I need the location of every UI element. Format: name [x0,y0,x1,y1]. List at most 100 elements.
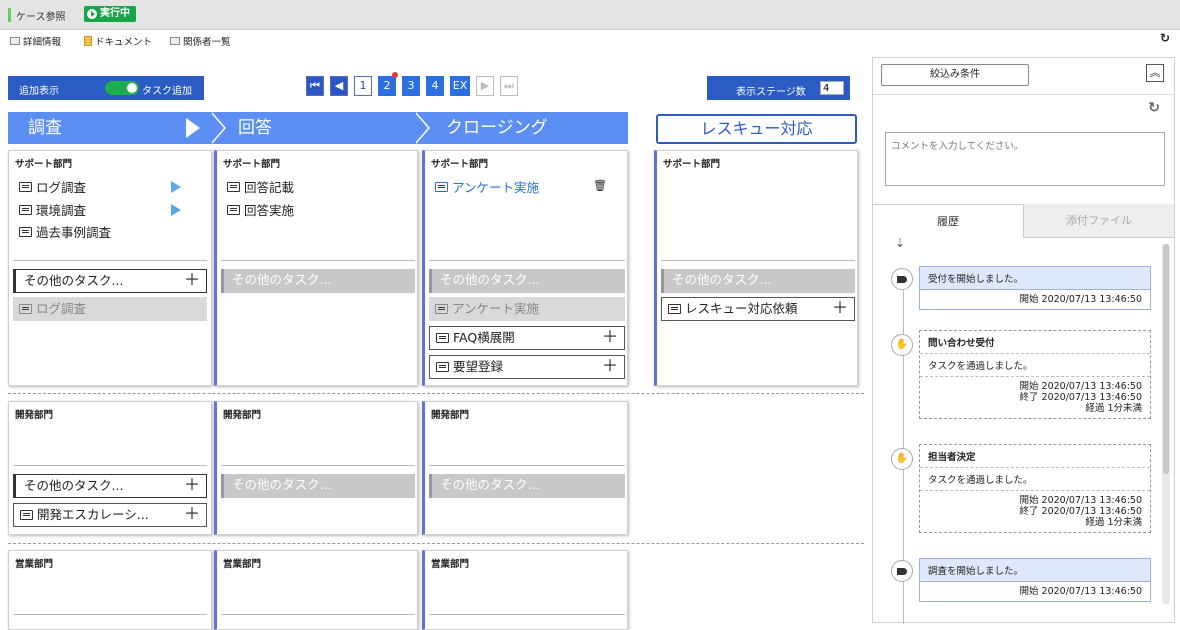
task-icon [435,304,448,314]
list-icon [170,37,180,45]
other-tasks-label: その他のタスク... [232,477,332,492]
status-text: 実行中 [100,8,130,19]
title-bar [0,0,1180,30]
history-meta: 開始 2020/07/13 13:46:50 [1019,294,1142,305]
play-icon [87,9,97,19]
documents-button[interactable]: ドキュメント [84,34,152,48]
plus-icon[interactable]: ＋ [602,326,618,348]
stage-chevron [414,112,428,144]
lane-card: 営業部門 [8,550,212,630]
stage-chevron [210,112,224,144]
lane-card: 営業部門 [422,550,628,630]
added-task-chip[interactable]: ログ調査 [13,297,207,321]
history-title: 調査を開始しました。 [920,559,1150,582]
plus-icon[interactable]: ＋ [184,474,200,496]
task-item[interactable]: 環境調査 [19,200,86,219]
department-label: サポート部門 [431,159,489,170]
stage-label: クロージング [446,118,548,138]
task-chip-request[interactable]: 要望登録 ＋ [429,355,625,379]
task-label: 環境調査 [36,203,87,218]
other-tasks-button[interactable]: その他のタスク... ＋ [13,474,207,498]
divider [13,465,207,466]
meta-end: 終了 2020/07/13 13:46:50 [1019,506,1142,517]
other-tasks-button[interactable]: その他のタスク... ＋ [13,269,207,293]
trash-icon[interactable]: 🗑 [593,179,607,192]
lane-card: 開発部門 その他のタスク... [422,401,628,535]
other-tasks-label: その他のタスク... [440,477,540,492]
title-marker [8,8,11,22]
other-tasks-button[interactable]: その他のタスク... [221,474,415,498]
stage-header-investigation: 調査 [8,112,212,144]
scrollbar[interactable] [1162,244,1170,604]
stakeholders-button[interactable]: 関係者一覧 [170,34,231,48]
task-icon [20,510,33,520]
task-label: レスキュー対応依頼 [685,301,798,316]
hand-icon: ✋ [891,334,913,356]
last-page-button[interactable]: ⏭ [500,76,518,96]
divider [13,260,207,261]
task-label: ログ調査 [36,301,87,316]
task-add-toggle[interactable] [105,81,139,95]
task-icon [436,333,449,343]
sort-icon[interactable]: ⇣ [895,236,905,250]
prev-page-button[interactable]: ◀ [330,76,348,96]
status-badge: 実行中 [84,6,136,22]
task-item[interactable]: 回答実施 [227,200,294,219]
other-tasks-button[interactable]: その他のタスク... [429,474,625,498]
other-tasks-button[interactable]: その他のタスク... [221,269,415,293]
page-4-button[interactable]: 4 [426,76,444,96]
task-chip-faq[interactable]: FAQ横展開 ＋ [429,326,625,350]
page-2-button[interactable]: 2 [378,72,398,96]
task-chip-rescue[interactable]: レスキュー対応依頼 ＋ [661,297,855,321]
task-item[interactable]: ログ調査 [19,177,86,196]
page-1-button[interactable]: 1 [354,76,372,96]
history-entry: 調査を開始しました。 開始 2020/07/13 13:46:50 [919,558,1151,602]
task-icon [227,181,240,192]
tab-attachments[interactable]: 添付ファイル [1024,204,1174,238]
divider [221,614,415,615]
window-title: ケース参照 [16,12,66,23]
task-item[interactable]: アンケート実施 [435,177,539,196]
lane-card: サポート部門 アンケート実施 🗑 その他のタスク... アンケート実施 FAQ横… [422,150,628,386]
plus-icon[interactable]: ＋ [184,503,200,525]
stage-count-input[interactable]: 4 [820,81,844,95]
page-3-button[interactable]: 3 [402,76,420,96]
task-label: 過去事例調査 [36,225,112,240]
filter-button[interactable]: 絞込み条件 [881,64,1029,86]
toggle-label: タスク追加 [142,86,192,97]
task-label: アンケート実施 [452,180,540,195]
added-task-chip[interactable]: アンケート実施 [429,297,625,321]
tab-history[interactable]: 履歴 [873,204,1024,238]
comment-input[interactable]: コメントを入力してください。 [885,132,1165,186]
other-tasks-button[interactable]: その他のタスク... [661,269,855,293]
history-entry: 問い合わせ受付 タスクを通過しました。 開始 2020/07/13 13:46:… [919,330,1151,419]
task-item[interactable]: 回答記載 [227,177,294,196]
lane-card: 営業部門 [214,550,418,630]
task-item[interactable]: 過去事例調査 [19,222,111,241]
page-ex-button[interactable]: EX [450,76,470,96]
meta-start: 開始 2020/07/13 13:46:50 [1019,495,1142,506]
plus-icon[interactable]: ＋ [184,269,200,291]
lane-card: 開発部門 その他のタスク... ＋ 開発エスカレーシ... ＋ [8,401,212,535]
refresh-icon[interactable]: ↻ [1148,100,1160,116]
divider [221,260,415,261]
other-tasks-label: その他のタスク... [24,478,124,493]
other-tasks-button[interactable]: その他のタスク... [429,269,625,293]
task-icon [436,362,449,372]
plus-icon[interactable]: ＋ [832,297,848,319]
collapse-icon[interactable]: ︽ [1146,64,1164,82]
history-title: 受付を開始しました。 [920,267,1150,290]
details-button[interactable]: 詳細情報 [10,34,61,48]
task-chip-dev-escalation[interactable]: 開発エスカレーシ... ＋ [13,503,207,527]
history-body: タスクを通過しました。 [920,468,1150,491]
department-label: 営業部門 [15,559,54,570]
start-task-icon[interactable] [171,181,181,193]
start-task-icon[interactable] [171,204,181,216]
stage-header-answer: 回答 [212,112,416,144]
lane-card: サポート部門 回答記載 回答実施 その他のタスク... [214,150,418,386]
reload-icon[interactable]: ↻ [1160,31,1170,45]
other-tasks-label: その他のタスク... [24,273,124,288]
next-page-button[interactable]: ▶ [476,76,494,96]
first-page-button[interactable]: ⏮ [306,76,324,96]
plus-icon[interactable]: ＋ [602,355,618,377]
